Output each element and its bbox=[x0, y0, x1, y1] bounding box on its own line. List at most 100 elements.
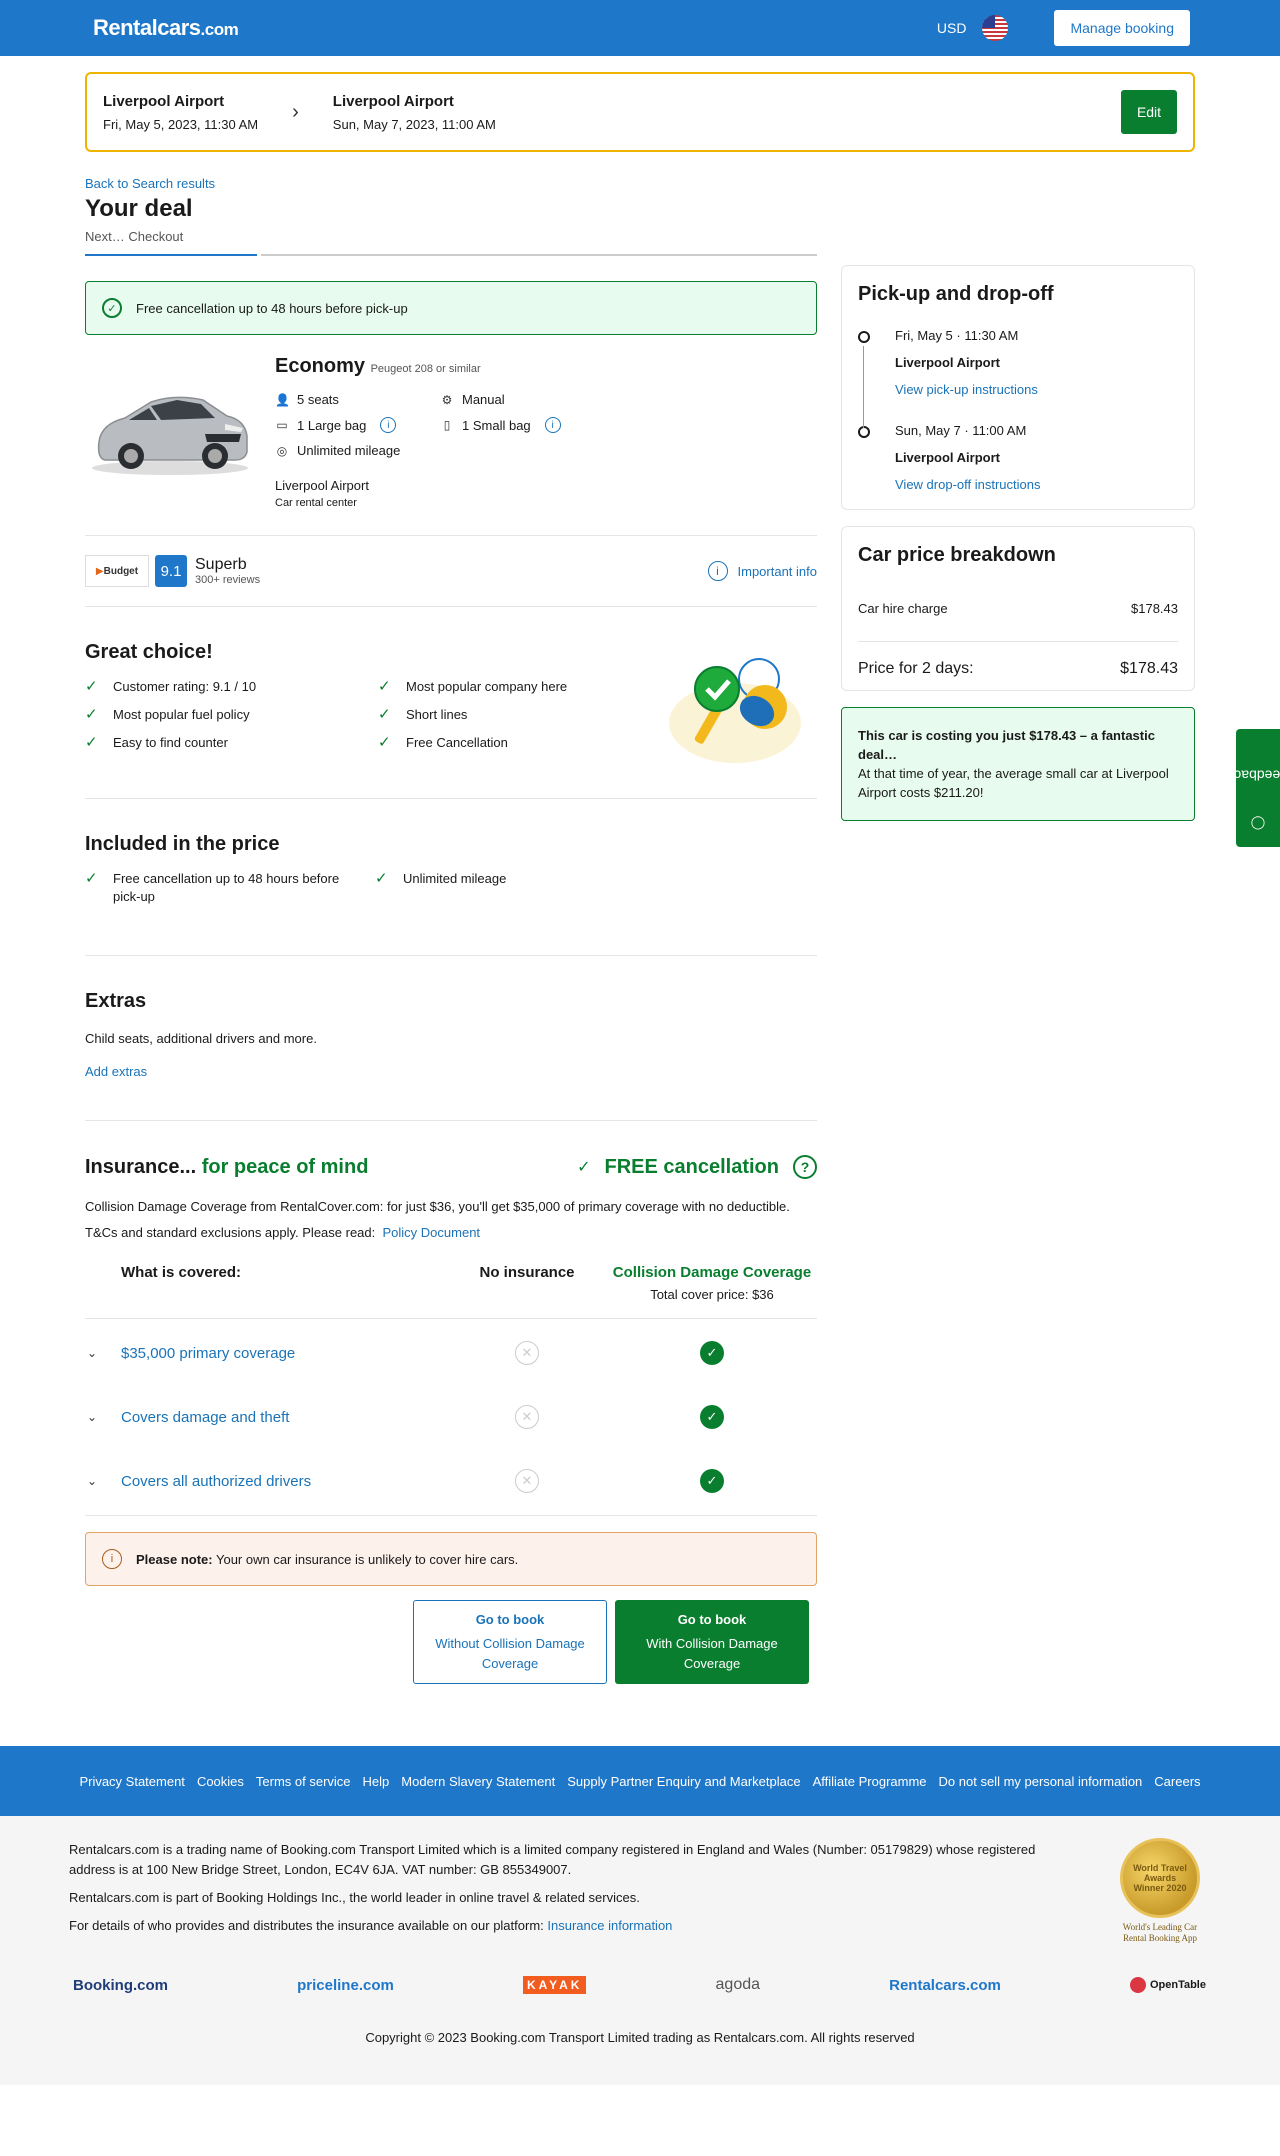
agoda-logo[interactable]: agoda bbox=[716, 1976, 761, 1994]
x-circle-icon: ✕ bbox=[515, 1405, 539, 1429]
dropoff-instructions-link[interactable]: View drop-off instructions bbox=[895, 477, 1040, 492]
footer-link[interactable]: Supply Partner Enquiry and Marketplace bbox=[567, 1774, 800, 1789]
budget-logo: ▶ Budget bbox=[85, 555, 149, 587]
info-icon: i bbox=[102, 1549, 122, 1569]
coverage-table: What is covered: No insurance Collision … bbox=[85, 1264, 817, 1516]
manage-booking-button[interactable]: Manage booking bbox=[1054, 10, 1190, 46]
total-price-label: Price for 2 days: bbox=[858, 660, 974, 677]
info-icon[interactable]: i bbox=[544, 417, 561, 433]
check-icon: ✓ bbox=[378, 734, 391, 751]
extras-title: Extras bbox=[85, 990, 147, 1012]
kayak-logo[interactable]: KAYAK bbox=[522, 1976, 587, 1994]
no-insurance-header: No insurance bbox=[479, 1264, 575, 1281]
gearbox-icon: ⚙ bbox=[441, 392, 453, 407]
hire-charge-label: Car hire charge bbox=[858, 601, 948, 616]
opentable-logo[interactable]: OpenTable bbox=[1129, 1977, 1206, 1993]
timeline-line bbox=[863, 346, 864, 428]
x-circle-icon: ✕ bbox=[515, 1341, 539, 1365]
footer-link[interactable]: Privacy Statement bbox=[79, 1774, 185, 1789]
currency-selector[interactable]: USD bbox=[937, 20, 967, 36]
coverage-label[interactable]: Covers all authorized drivers bbox=[121, 1473, 311, 1490]
car-model: Peugeot 208 or similar bbox=[370, 363, 481, 375]
insurance-terms: T&Cs and standard exclusions apply. Plea… bbox=[85, 1225, 481, 1240]
price-breakdown-card: Car price breakdown Car hire charge $178… bbox=[841, 526, 1195, 691]
footer-link[interactable]: Help bbox=[363, 1774, 390, 1789]
large-bag-spec: 1 Large bag bbox=[297, 417, 367, 433]
footer-link[interactable]: Modern Slavery Statement bbox=[401, 1774, 555, 1789]
progress-steps: Next… Checkout bbox=[85, 229, 817, 256]
great-choice-item: Customer rating: 9.1 / 10 bbox=[113, 679, 257, 694]
timeline-dot bbox=[858, 331, 870, 343]
chevron-down-icon[interactable]: ⌄ bbox=[87, 1346, 101, 1360]
footer-link[interactable]: Affiliate Programme bbox=[813, 1774, 927, 1789]
booking-logo[interactable]: Booking.com bbox=[73, 1977, 168, 1994]
coverage-row[interactable]: ⌄ Covers damage and theft ✕ ✓ bbox=[85, 1385, 817, 1449]
free-cancellation-banner: ✓ Free cancellation up to 48 hours befor… bbox=[85, 281, 817, 335]
us-flag-icon[interactable] bbox=[982, 15, 1009, 41]
check-circle-icon: ✓ bbox=[102, 298, 122, 318]
insurance-description: Collision Damage Coverage from RentalCov… bbox=[85, 1199, 790, 1214]
world-travel-award-badge: World Travel Awards Winner 2020 World's L… bbox=[1110, 1838, 1210, 1958]
opentable-dot-icon bbox=[1129, 1977, 1146, 1993]
coverage-row[interactable]: ⌄ Covers all authorized drivers ✕ ✓ bbox=[85, 1449, 817, 1513]
price-breakdown-title: Car price breakdown bbox=[858, 544, 1056, 566]
insurance-title: Insurance... for peace of mind bbox=[85, 1155, 369, 1178]
policy-document-link[interactable]: Policy Document bbox=[383, 1225, 481, 1240]
top-bar: Rentalcars.com USD Manage booking bbox=[0, 0, 1280, 56]
x-circle-icon: ✕ bbox=[515, 1469, 539, 1493]
pickup-instructions-link[interactable]: View pick-up instructions bbox=[895, 382, 1038, 397]
pickup-date: Fri, May 5 · 11:30 AM bbox=[895, 328, 1019, 343]
deal-text: At that time of year, the average small … bbox=[858, 766, 1169, 800]
included-item: Unlimited mileage bbox=[403, 871, 507, 886]
chevron-down-icon[interactable]: ⌄ bbox=[87, 1410, 101, 1424]
small-bag-icon: ▯ bbox=[443, 418, 451, 432]
insurance-info-link[interactable]: Insurance information bbox=[547, 1918, 672, 1933]
footer-link[interactable]: Terms of service bbox=[256, 1774, 351, 1789]
footer-link[interactable]: Do not sell my personal information bbox=[939, 1774, 1143, 1789]
footer-link[interactable]: Cookies bbox=[197, 1774, 244, 1789]
question-icon[interactable]: ? bbox=[793, 1155, 817, 1179]
book-with-coverage-button[interactable]: Go to book With Collision Damage Coverag… bbox=[615, 1600, 809, 1684]
extras-section: Extras Child seats, additional drivers a… bbox=[85, 956, 817, 1121]
pickup-dropoff-card: Pick-up and drop-off Fri, May 5 · 11:30 … bbox=[841, 265, 1195, 510]
person-icon: 👤 bbox=[275, 392, 290, 407]
book-without-coverage-button[interactable]: Go to book Without Collision Damage Cove… bbox=[413, 1600, 607, 1684]
review-count: 300+ reviews bbox=[195, 574, 261, 586]
info-icon[interactable]: i bbox=[380, 417, 397, 433]
coverage-label[interactable]: $35,000 primary coverage bbox=[121, 1345, 295, 1362]
extras-description: Child seats, additional drivers and more… bbox=[85, 1031, 317, 1046]
back-to-results-link[interactable]: Back to Search results bbox=[85, 176, 817, 191]
rentalcars-logo[interactable]: Rentalcars.com bbox=[93, 15, 239, 41]
priceline-logo[interactable]: priceline.com bbox=[297, 1977, 394, 1994]
feedback-tab[interactable]: ◯Feedback bbox=[1227, 729, 1280, 847]
coverage-label[interactable]: Covers damage and theft bbox=[121, 1409, 289, 1426]
chevron-down-icon[interactable]: ⌄ bbox=[87, 1474, 101, 1488]
important-info-link[interactable]: i Important info bbox=[707, 561, 817, 581]
copyright-text: Copyright © 2023 Booking.com Transport L… bbox=[365, 2030, 915, 2045]
edit-search-button[interactable]: Edit bbox=[1121, 90, 1177, 134]
hire-charge-value: $178.43 bbox=[1131, 601, 1178, 616]
step-next-label: Next… Checkout bbox=[85, 229, 257, 256]
progress-track bbox=[261, 247, 817, 256]
footer-link[interactable]: Careers bbox=[1154, 1774, 1200, 1789]
seats-spec: 5 seats bbox=[297, 392, 339, 407]
pickup-datetime: Fri, May 5, 2023, 11:30 AM bbox=[103, 116, 259, 132]
rating-score: 9.1 bbox=[155, 555, 187, 587]
footer-nav: Privacy Statement Cookies Terms of servi… bbox=[0, 1746, 1280, 1816]
add-extras-link[interactable]: Add extras bbox=[85, 1064, 817, 1079]
great-choice-item: Free Cancellation bbox=[406, 735, 508, 750]
check-icon: ✓ bbox=[85, 734, 98, 751]
free-cancellation-text: Free cancellation up to 48 hours before … bbox=[136, 300, 408, 316]
car-image bbox=[85, 380, 267, 500]
mileage-spec: Unlimited mileage bbox=[297, 443, 401, 458]
coverage-row[interactable]: ⌄ $35,000 primary coverage ✕ ✓ bbox=[85, 1321, 817, 1385]
great-choice-section: Great choice! ✓ Customer rating: 9.1 / 10… bbox=[85, 607, 817, 799]
timeline-dot bbox=[858, 426, 870, 438]
main-column: Back to Search results Your deal Next… C… bbox=[85, 152, 817, 1684]
check-icon: ✓ bbox=[85, 870, 98, 887]
rentalcars-footer-logo[interactable]: Rentalcars.com bbox=[889, 1977, 1001, 1994]
dropoff-date: Sun, May 7 · 11:00 AM bbox=[895, 423, 1027, 438]
car-pickup-location: Liverpool Airport bbox=[275, 478, 369, 493]
dropoff-datetime: Sun, May 7, 2023, 11:00 AM bbox=[332, 116, 496, 132]
car-pickup-type: Car rental center bbox=[275, 497, 357, 509]
